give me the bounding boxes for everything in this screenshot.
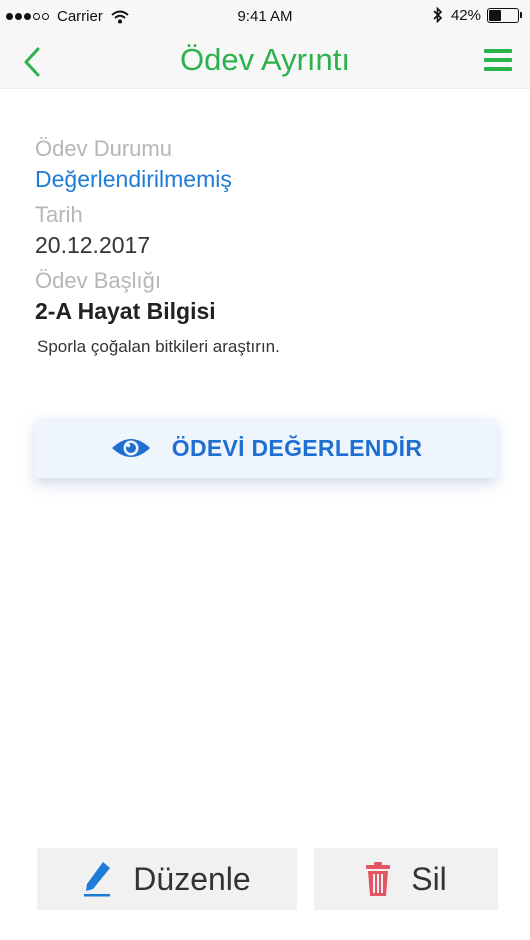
eye-icon: [111, 439, 150, 457]
evaluate-button-label: ÖDEVİ DEĞERLENDİR: [171, 434, 423, 461]
page-title: Ödev Ayrıntı: [179, 42, 350, 77]
date-label: Tarih: [35, 202, 83, 227]
evaluate-homework-button[interactable]: ÖDEVİ DEĞERLENDİR: [35, 418, 497, 478]
delete-button-label: Sil: [411, 860, 447, 897]
battery-level: [489, 9, 501, 21]
status-label: Ödev Durumu: [35, 136, 172, 161]
pencil-icon: [84, 862, 111, 897]
homework-title-value: 2-A Hayat Bilgisi: [35, 298, 216, 324]
edit-button-label: Düzenle: [133, 860, 251, 897]
homework-title-label: Ödev Başlığı: [35, 268, 161, 293]
navigation-bar: Ödev Ayrıntı: [0, 34, 530, 89]
battery-percent: 42%: [450, 6, 481, 24]
delete-button[interactable]: Sil: [314, 848, 498, 910]
date-value: 20.12.2017: [35, 232, 151, 258]
status-bar: Carrier 9:41 AM 42%: [0, 0, 530, 34]
hamburger-menu-icon: [484, 49, 512, 71]
battery-icon: [487, 7, 519, 23]
bluetooth-icon: [433, 6, 443, 24]
trash-icon: [366, 862, 391, 896]
homework-description: Sporla çoğalan bitkileri araştırın.: [37, 337, 280, 356]
battery-tip: [520, 12, 522, 18]
edit-button[interactable]: Düzenle: [37, 848, 297, 910]
status-right: 42%: [433, 6, 522, 24]
menu-button[interactable]: [484, 49, 512, 73]
status-value: Değerlendirilmemiş: [35, 166, 232, 192]
homework-details: Ödev Durumu Değerlendirilmemiş Tarih 20.…: [35, 134, 505, 357]
